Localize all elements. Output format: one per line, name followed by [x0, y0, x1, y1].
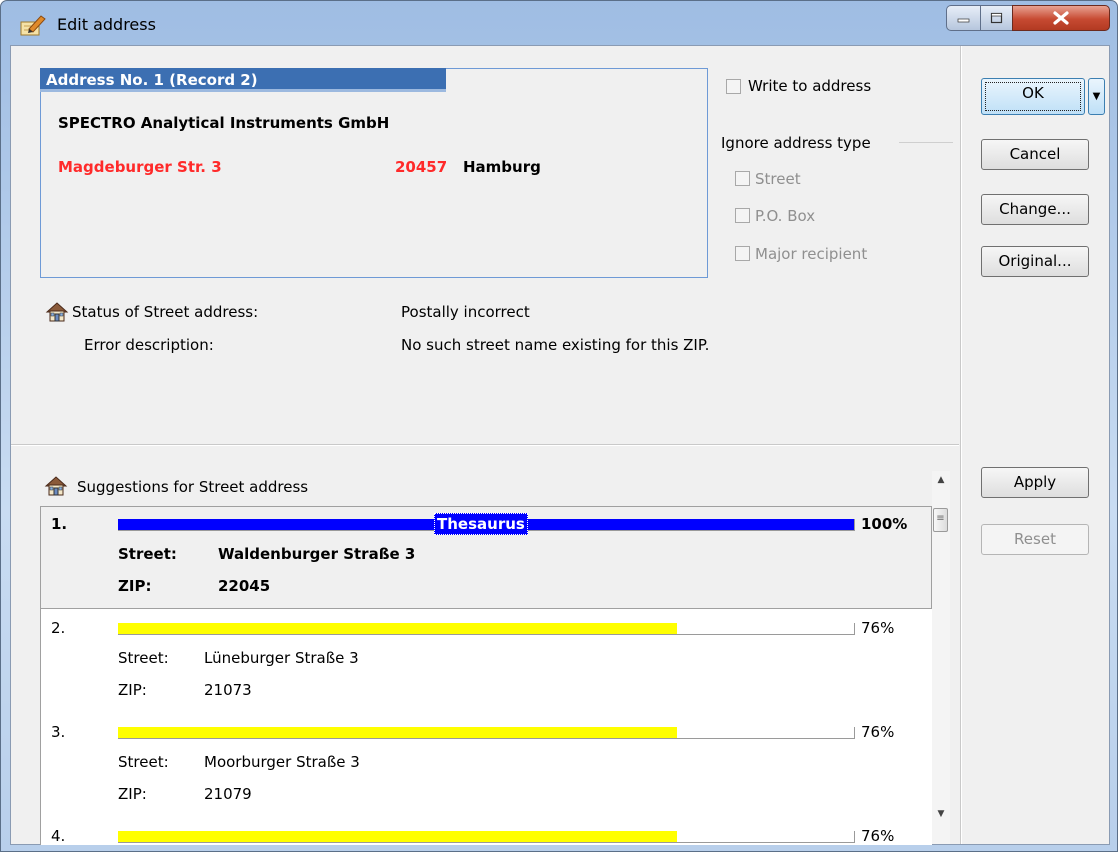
edit-address-window: Edit address Address No. 1 (Record 2) SP… [0, 0, 1118, 852]
close-button[interactable] [1012, 5, 1110, 31]
title-bar[interactable]: Edit address [1, 1, 1117, 45]
address-company: SPECTRO Analytical Instruments GmbH [58, 114, 390, 132]
close-icon [1053, 11, 1069, 25]
suggestion-street: Lüneburger Straße 3 [204, 649, 359, 667]
scroll-up-icon[interactable]: ▲ [932, 471, 950, 489]
po-box-checkbox-label: P.O. Box [755, 207, 816, 225]
match-percent: 76% [861, 827, 895, 845]
suggestion-number: 3. [51, 723, 66, 741]
ok-button[interactable]: OK [981, 78, 1085, 115]
street-checkbox-label: Street [755, 170, 801, 188]
suggestion-item-3[interactable]: 3. 76% Street: Moorburger Straße 3 ZIP: … [41, 715, 932, 819]
suggestions-title: Suggestions for Street address [77, 478, 309, 496]
write-to-address-checkbox[interactable] [726, 79, 741, 94]
change-button[interactable]: Change... [981, 194, 1089, 225]
suggestions-list[interactable]: 1. Thesaurus 100% Street: Waldenburger S… [40, 506, 932, 845]
suggestion-street: Moorburger Straße 3 [204, 753, 360, 771]
maximize-button[interactable] [980, 5, 1013, 31]
po-box-checkbox[interactable] [735, 208, 750, 223]
error-description-label: Error description: [84, 336, 214, 354]
suggestion-zip: 21079 [204, 785, 252, 803]
match-bar [118, 727, 855, 739]
section-divider [11, 444, 959, 446]
status-label: Status of Street address: [72, 303, 259, 321]
street-label: Street: [118, 753, 169, 771]
match-bar-fill [118, 727, 678, 738]
write-to-address-label: Write to address [748, 77, 872, 95]
match-bar-fill [118, 623, 678, 634]
reset-button[interactable]: Reset [981, 524, 1089, 555]
suggestion-number: 2. [51, 619, 66, 637]
scroll-down-icon[interactable]: ▼ [932, 805, 950, 823]
group-divider [899, 142, 953, 143]
error-description-value: No such street name existing for this ZI… [401, 336, 710, 354]
dialog-client-area: Address No. 1 (Record 2) SPECTRO Analyti… [10, 45, 1110, 845]
match-percent: 76% [861, 619, 895, 637]
match-bar [118, 623, 855, 635]
house-icon [44, 476, 68, 496]
zip-label: ZIP: [118, 785, 147, 803]
suggestion-item-2[interactable]: 2. 76% Street: Lüneburger Straße 3 ZIP: … [41, 611, 932, 715]
street-label: Street: [118, 545, 177, 563]
thesaurus-badge: Thesaurus [434, 513, 528, 535]
address-street: Magdeburger Str. 3 [58, 158, 222, 176]
street-checkbox[interactable] [735, 171, 750, 186]
suggestion-number: 4. [51, 827, 66, 845]
zip-label: ZIP: [118, 681, 147, 699]
suggestion-zip: 21073 [204, 681, 252, 699]
ok-button-label: OK [985, 82, 1081, 111]
address-zip: 20457 [395, 158, 448, 176]
chevron-down-icon: ▼ [1092, 91, 1101, 102]
window-title: Edit address [57, 15, 156, 34]
street-label: Street: [118, 649, 169, 667]
status-value: Postally incorrect [401, 303, 530, 321]
match-percent: 76% [861, 723, 895, 741]
pane-divider [960, 46, 962, 844]
suggestion-number: 1. [51, 515, 68, 533]
match-bar-fill [118, 831, 678, 842]
zip-label: ZIP: [118, 577, 152, 595]
suggestion-zip: 22045 [218, 577, 271, 595]
scroll-thumb[interactable]: ≡ [933, 508, 948, 532]
ignore-address-type-group: Ignore address type [721, 134, 871, 152]
minimize-icon [957, 18, 969, 23]
address-header: Address No. 1 (Record 2) [40, 68, 446, 92]
major-recipient-checkbox[interactable] [735, 246, 750, 261]
match-bar [118, 831, 855, 843]
match-percent: 100% [861, 515, 908, 533]
suggestion-street: Waldenburger Straße 3 [218, 545, 416, 563]
suggestion-item-1[interactable]: 1. Thesaurus 100% Street: Waldenburger S… [41, 507, 932, 609]
ok-dropdown-button[interactable]: ▼ [1088, 78, 1105, 115]
cancel-button[interactable]: Cancel [981, 139, 1089, 170]
suggestion-item-4[interactable]: 4. 76% [41, 819, 932, 845]
minimize-button[interactable] [946, 5, 981, 31]
original-button[interactable]: Original... [981, 246, 1089, 277]
edit-pencil-icon [20, 15, 46, 36]
house-icon [45, 302, 69, 322]
maximize-icon [990, 12, 1002, 24]
main-pane: Address No. 1 (Record 2) SPECTRO Analyti… [11, 46, 959, 845]
address-city: Hamburg [463, 158, 541, 176]
suggestions-scrollbar[interactable]: ▲ ≡ ▼ [932, 471, 950, 844]
apply-button[interactable]: Apply [981, 467, 1089, 498]
major-recipient-checkbox-label: Major recipient [755, 245, 868, 263]
